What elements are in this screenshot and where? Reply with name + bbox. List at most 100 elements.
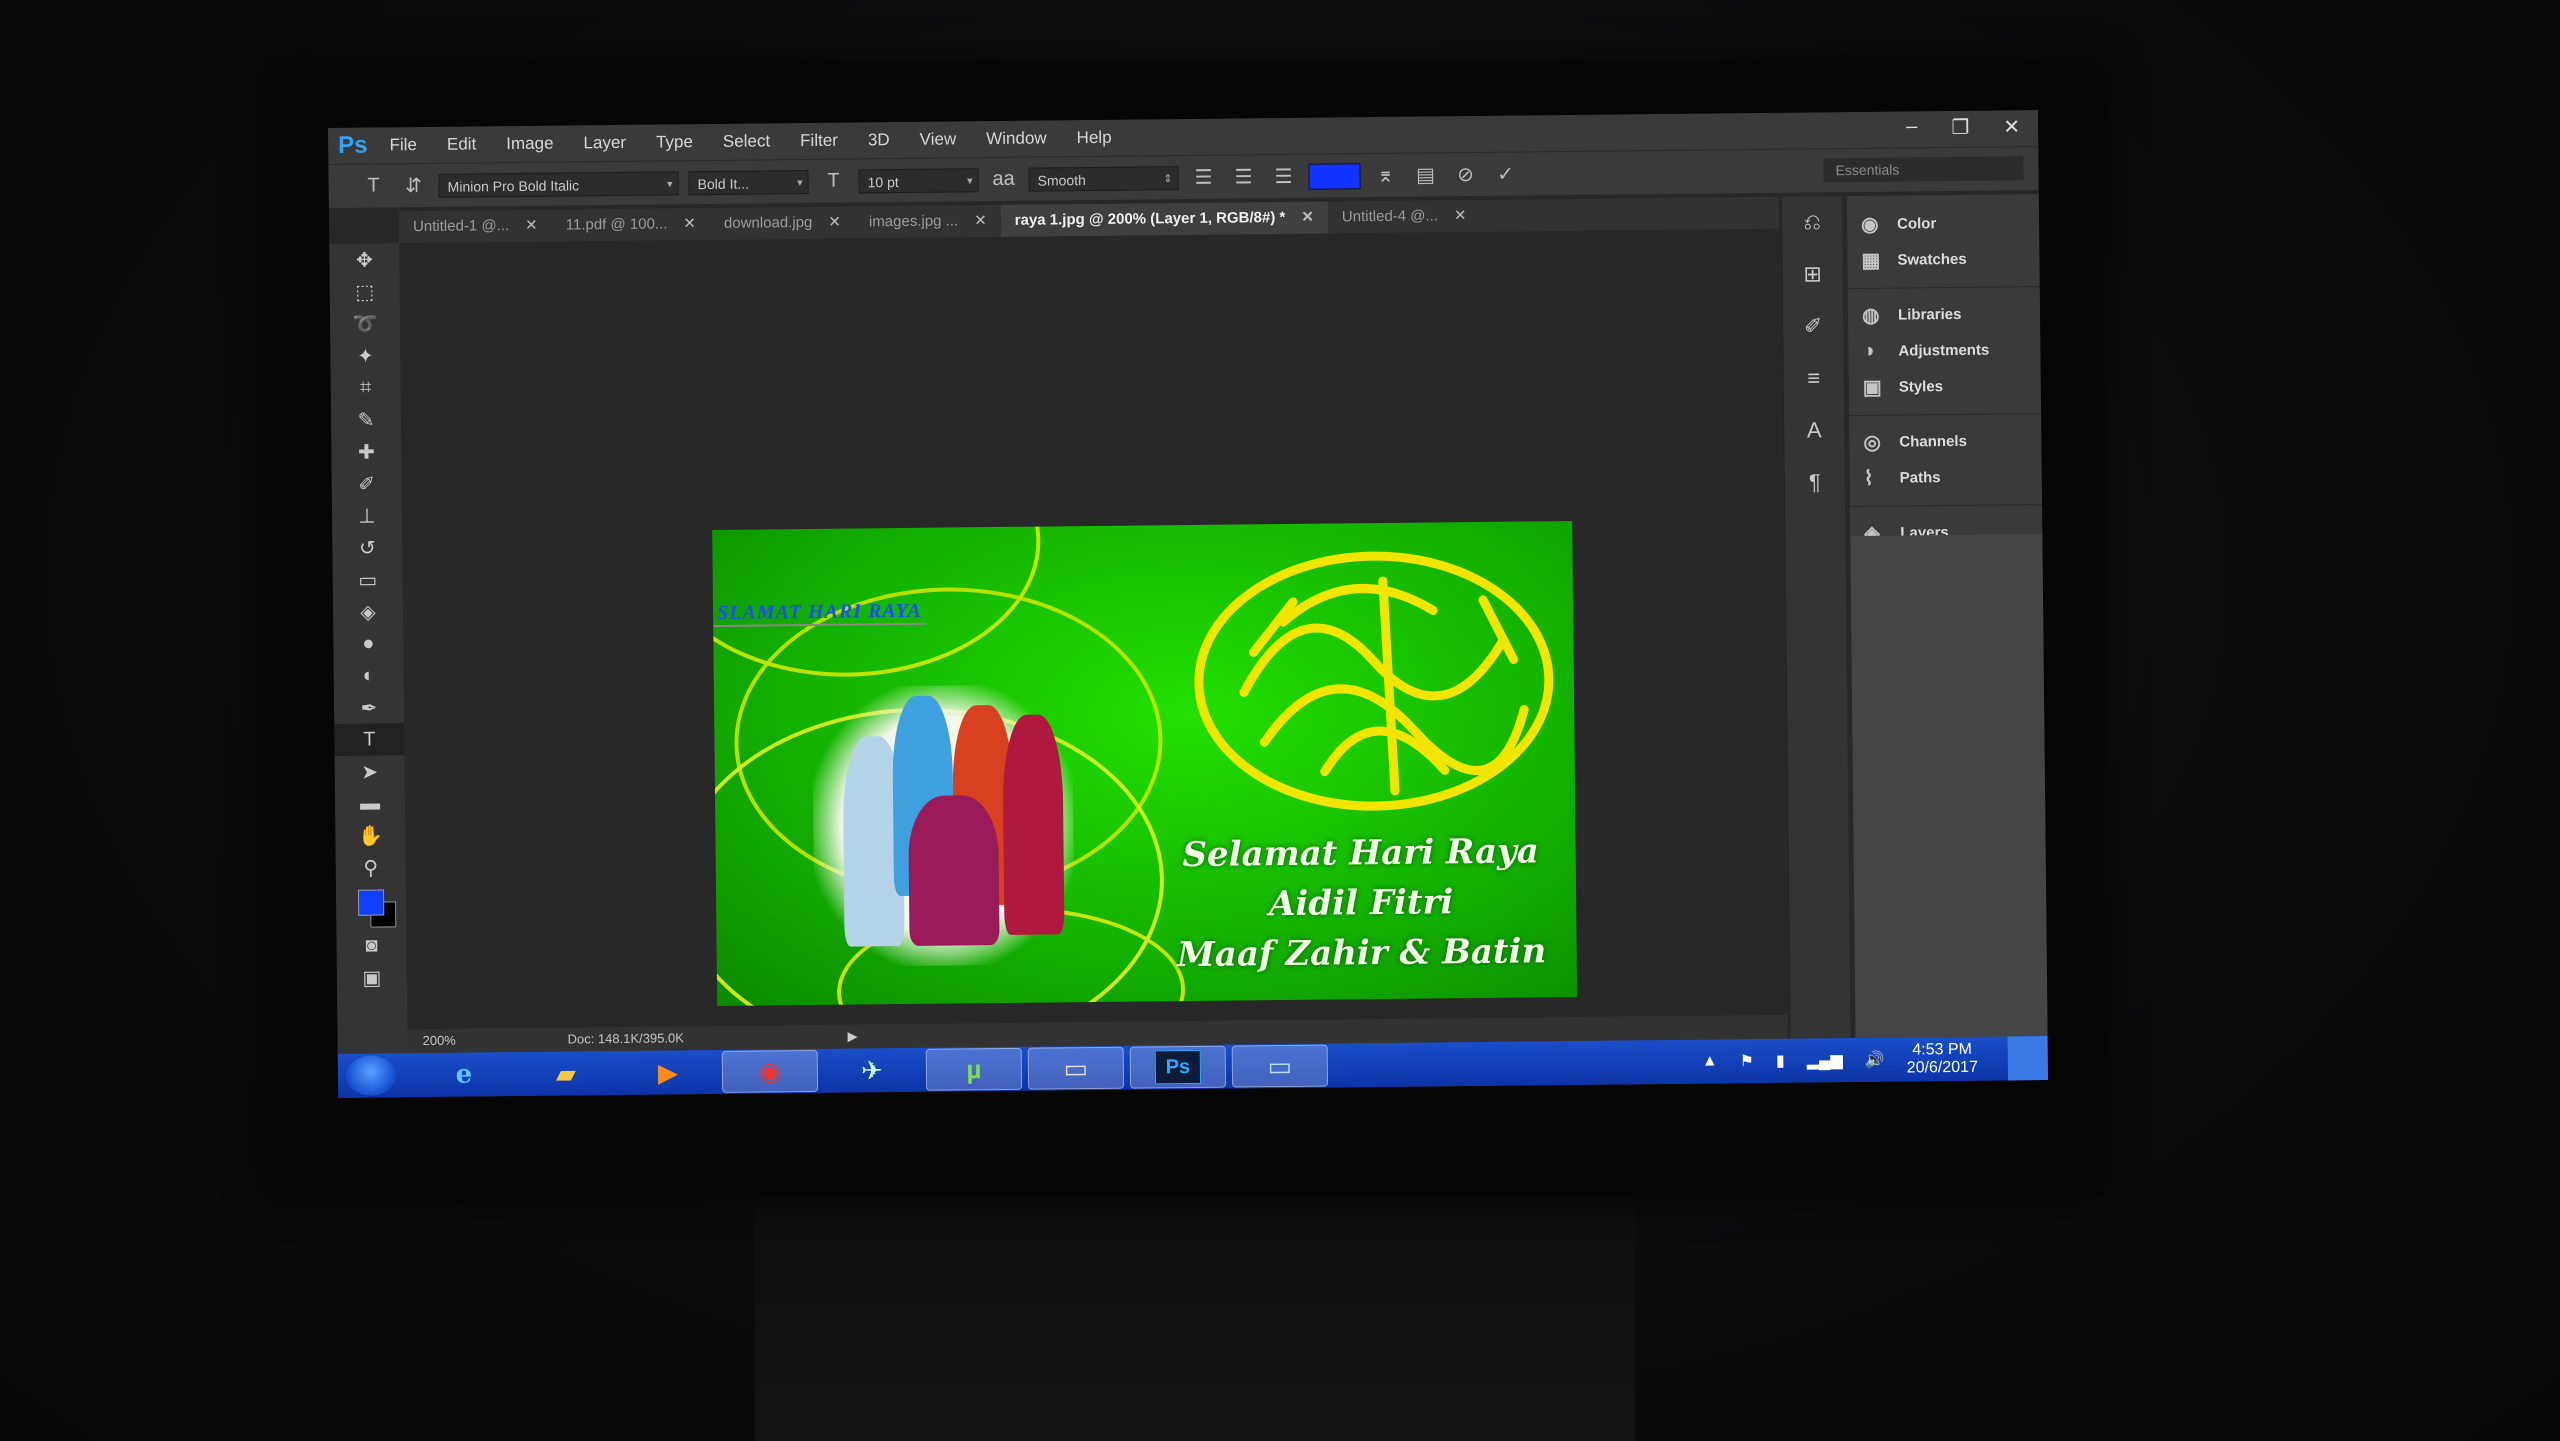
utorrent-icon[interactable]: µ — [925, 1047, 1023, 1091]
panel-styles[interactable]: ▣ Styles — [1849, 367, 2041, 405]
lasso-tool-icon[interactable]: ➰ — [330, 307, 400, 340]
hand-tool-icon[interactable]: ✋ — [335, 819, 405, 852]
menu-3d[interactable]: 3D — [868, 130, 890, 150]
remote-desktop-icon[interactable]: ▭ — [1027, 1046, 1125, 1090]
menu-file[interactable]: File — [389, 135, 417, 155]
menu-filter[interactable]: Filter — [800, 131, 838, 151]
file-explorer-icon[interactable]: ▰ — [518, 1052, 614, 1095]
menu-select[interactable]: Select — [723, 131, 770, 151]
dodge-tool-icon[interactable]: ◐ — [334, 659, 404, 692]
move-tool-icon[interactable]: ✥ — [329, 243, 399, 276]
align-right-icon[interactable]: ☰ — [1268, 164, 1298, 189]
text-orientation-icon[interactable]: ⇵ — [398, 173, 428, 198]
chrome-icon[interactable]: ◉ — [721, 1049, 819, 1093]
quick-mask-icon[interactable]: ◙ — [336, 929, 406, 962]
minimize-button[interactable]: – — [1906, 115, 1917, 140]
path-selection-tool-icon[interactable]: ➤ — [335, 755, 405, 788]
menu-type[interactable]: Type — [656, 132, 693, 152]
action-center-flag-icon[interactable]: ⚑ — [1740, 1051, 1755, 1071]
eraser-tool-icon[interactable]: ▭ — [333, 563, 403, 596]
menu-view[interactable]: View — [920, 129, 957, 149]
zoom-level[interactable]: 200% — [422, 1029, 455, 1053]
blur-tool-icon[interactable]: ● — [333, 627, 403, 660]
commit-edits-icon[interactable]: ✓ — [1490, 162, 1520, 187]
type-tool-preset-icon[interactable]: T — [358, 174, 388, 197]
panel-color[interactable]: ◉ Color — [1847, 204, 2039, 242]
status-menu-icon[interactable]: ▶ — [847, 1025, 857, 1049]
screen-mode-icon[interactable]: ▣ — [337, 961, 407, 994]
close-icon[interactable]: ✕ — [974, 212, 987, 229]
menu-image[interactable]: Image — [506, 134, 553, 154]
workspace-select[interactable]: Essentials — [1823, 156, 2024, 183]
tray-expand-icon[interactable]: ▲ — [1702, 1052, 1718, 1070]
restore-button[interactable]: ❐ — [1951, 115, 1969, 140]
align-left-icon[interactable]: ☰ — [1188, 165, 1218, 190]
healing-brush-tool-icon[interactable]: ✚ — [331, 435, 401, 468]
font-family-select[interactable]: Minion Pro Bold Italic ▾ — [438, 170, 679, 198]
clone-stamp-tool-icon[interactable]: ⊥ — [332, 499, 402, 532]
tab-untitled-4[interactable]: Untitled-4 @... ✕ — [1328, 200, 1481, 234]
tab-download-jpg[interactable]: download.jpg ✕ — [710, 206, 855, 240]
font-size-select[interactable]: 10 pt ▾ — [858, 167, 979, 193]
menu-window[interactable]: Window — [986, 128, 1047, 149]
rectangle-tool-icon[interactable]: ▬ — [335, 787, 405, 820]
history-panel-icon[interactable]: ⎌ — [1782, 196, 1843, 249]
warp-text-icon[interactable]: ⌆ — [1370, 163, 1400, 188]
foreground-color-swatch[interactable] — [357, 889, 385, 916]
anti-alias-select[interactable]: Smooth ⇕ — [1028, 165, 1179, 192]
menu-edit[interactable]: Edit — [447, 134, 477, 154]
close-icon[interactable]: ✕ — [683, 215, 696, 232]
tab-raya-1-jpg[interactable]: raya 1.jpg @ 200% (Layer 1, RGB/8#) * ✕ — [1000, 201, 1329, 237]
signal-icon[interactable]: ▂▄▆ — [1807, 1050, 1843, 1070]
type-tool-icon[interactable]: T — [334, 723, 405, 756]
color-swatches[interactable] — [336, 883, 406, 930]
brush-panel-icon[interactable]: ✐ — [1783, 300, 1844, 353]
character-panel-icon[interactable]: A — [1784, 404, 1845, 457]
canvas-area[interactable]: SLAMAT HARI RAYA Selamat Hari Raya Aidil… — [399, 228, 1788, 1028]
start-button[interactable] — [345, 1055, 397, 1096]
panel-paths[interactable]: ⌇ Paths — [1850, 458, 2042, 496]
photoshop-taskbar-icon[interactable]: Ps — [1129, 1045, 1227, 1089]
text-color-swatch[interactable] — [1308, 162, 1361, 190]
close-icon[interactable]: ✕ — [1301, 209, 1314, 226]
font-style-select[interactable]: Bold It... ▾ — [688, 169, 809, 195]
paint-bucket-tool-icon[interactable]: ◈ — [333, 595, 403, 628]
app-icon[interactable]: ✈ — [824, 1049, 920, 1092]
clock[interactable]: 4:53 PM 20/6/2017 — [1906, 1041, 1978, 1078]
history-brush-tool-icon[interactable]: ↺ — [332, 531, 402, 564]
eyedropper-tool-icon[interactable]: ✎ — [331, 403, 401, 436]
character-panel-icon[interactable]: ▤ — [1410, 162, 1440, 187]
align-center-icon[interactable]: ☰ — [1228, 164, 1258, 189]
media-player-icon[interactable]: ▶ — [620, 1051, 716, 1094]
volume-icon[interactable]: 🔊 — [1865, 1050, 1885, 1070]
panel-swatches[interactable]: ▦ Swatches — [1847, 240, 2039, 278]
tab-images-jpg[interactable]: images.jpg ... ✕ — [855, 205, 1001, 239]
show-desktop-button[interactable] — [2007, 1036, 2049, 1081]
cancel-edits-icon[interactable]: ⊘ — [1450, 162, 1480, 187]
magic-wand-tool-icon[interactable]: ✦ — [330, 339, 400, 372]
battery-icon[interactable]: ▮ — [1776, 1051, 1785, 1071]
panel-adjustments[interactable]: ◑ Adjustments — [1848, 331, 2040, 369]
menu-layer[interactable]: Layer — [583, 133, 626, 153]
close-icon[interactable]: ✕ — [525, 217, 538, 234]
close-icon[interactable]: ✕ — [1454, 207, 1467, 224]
active-text-layer[interactable]: SLAMAT HARI RAYA — [712, 599, 926, 627]
properties-panel-icon[interactable]: ⊞ — [1782, 248, 1843, 301]
panel-libraries[interactable]: ◍ Libraries — [1848, 295, 2040, 333]
tab-11-pdf[interactable]: 11.pdf @ 100... ✕ — [552, 208, 711, 242]
window-icon[interactable]: ▭ — [1231, 1044, 1329, 1088]
document-image[interactable]: SLAMAT HARI RAYA Selamat Hari Raya Aidil… — [712, 520, 1578, 1006]
crop-tool-icon[interactable]: ⌗ — [331, 371, 401, 404]
pen-tool-icon[interactable]: ✒ — [334, 691, 404, 724]
zoom-tool-icon[interactable]: ⚲ — [336, 851, 406, 884]
paragraph-panel-icon[interactable]: ¶ — [1785, 456, 1846, 509]
internet-explorer-icon[interactable]: e — [416, 1053, 512, 1096]
menu-help[interactable]: Help — [1077, 128, 1112, 148]
close-button[interactable]: ✕ — [2003, 114, 2020, 139]
panel-channels[interactable]: ◎ Channels — [1849, 422, 2041, 460]
brush-tool-icon[interactable]: ✐ — [332, 467, 402, 500]
close-icon[interactable]: ✕ — [828, 214, 841, 231]
brush-presets-icon[interactable]: ≡ — [1783, 352, 1844, 405]
marquee-tool-icon[interactable]: ⬚ — [330, 275, 400, 308]
tab-untitled-1[interactable]: Untitled-1 @... ✕ — [399, 210, 552, 244]
